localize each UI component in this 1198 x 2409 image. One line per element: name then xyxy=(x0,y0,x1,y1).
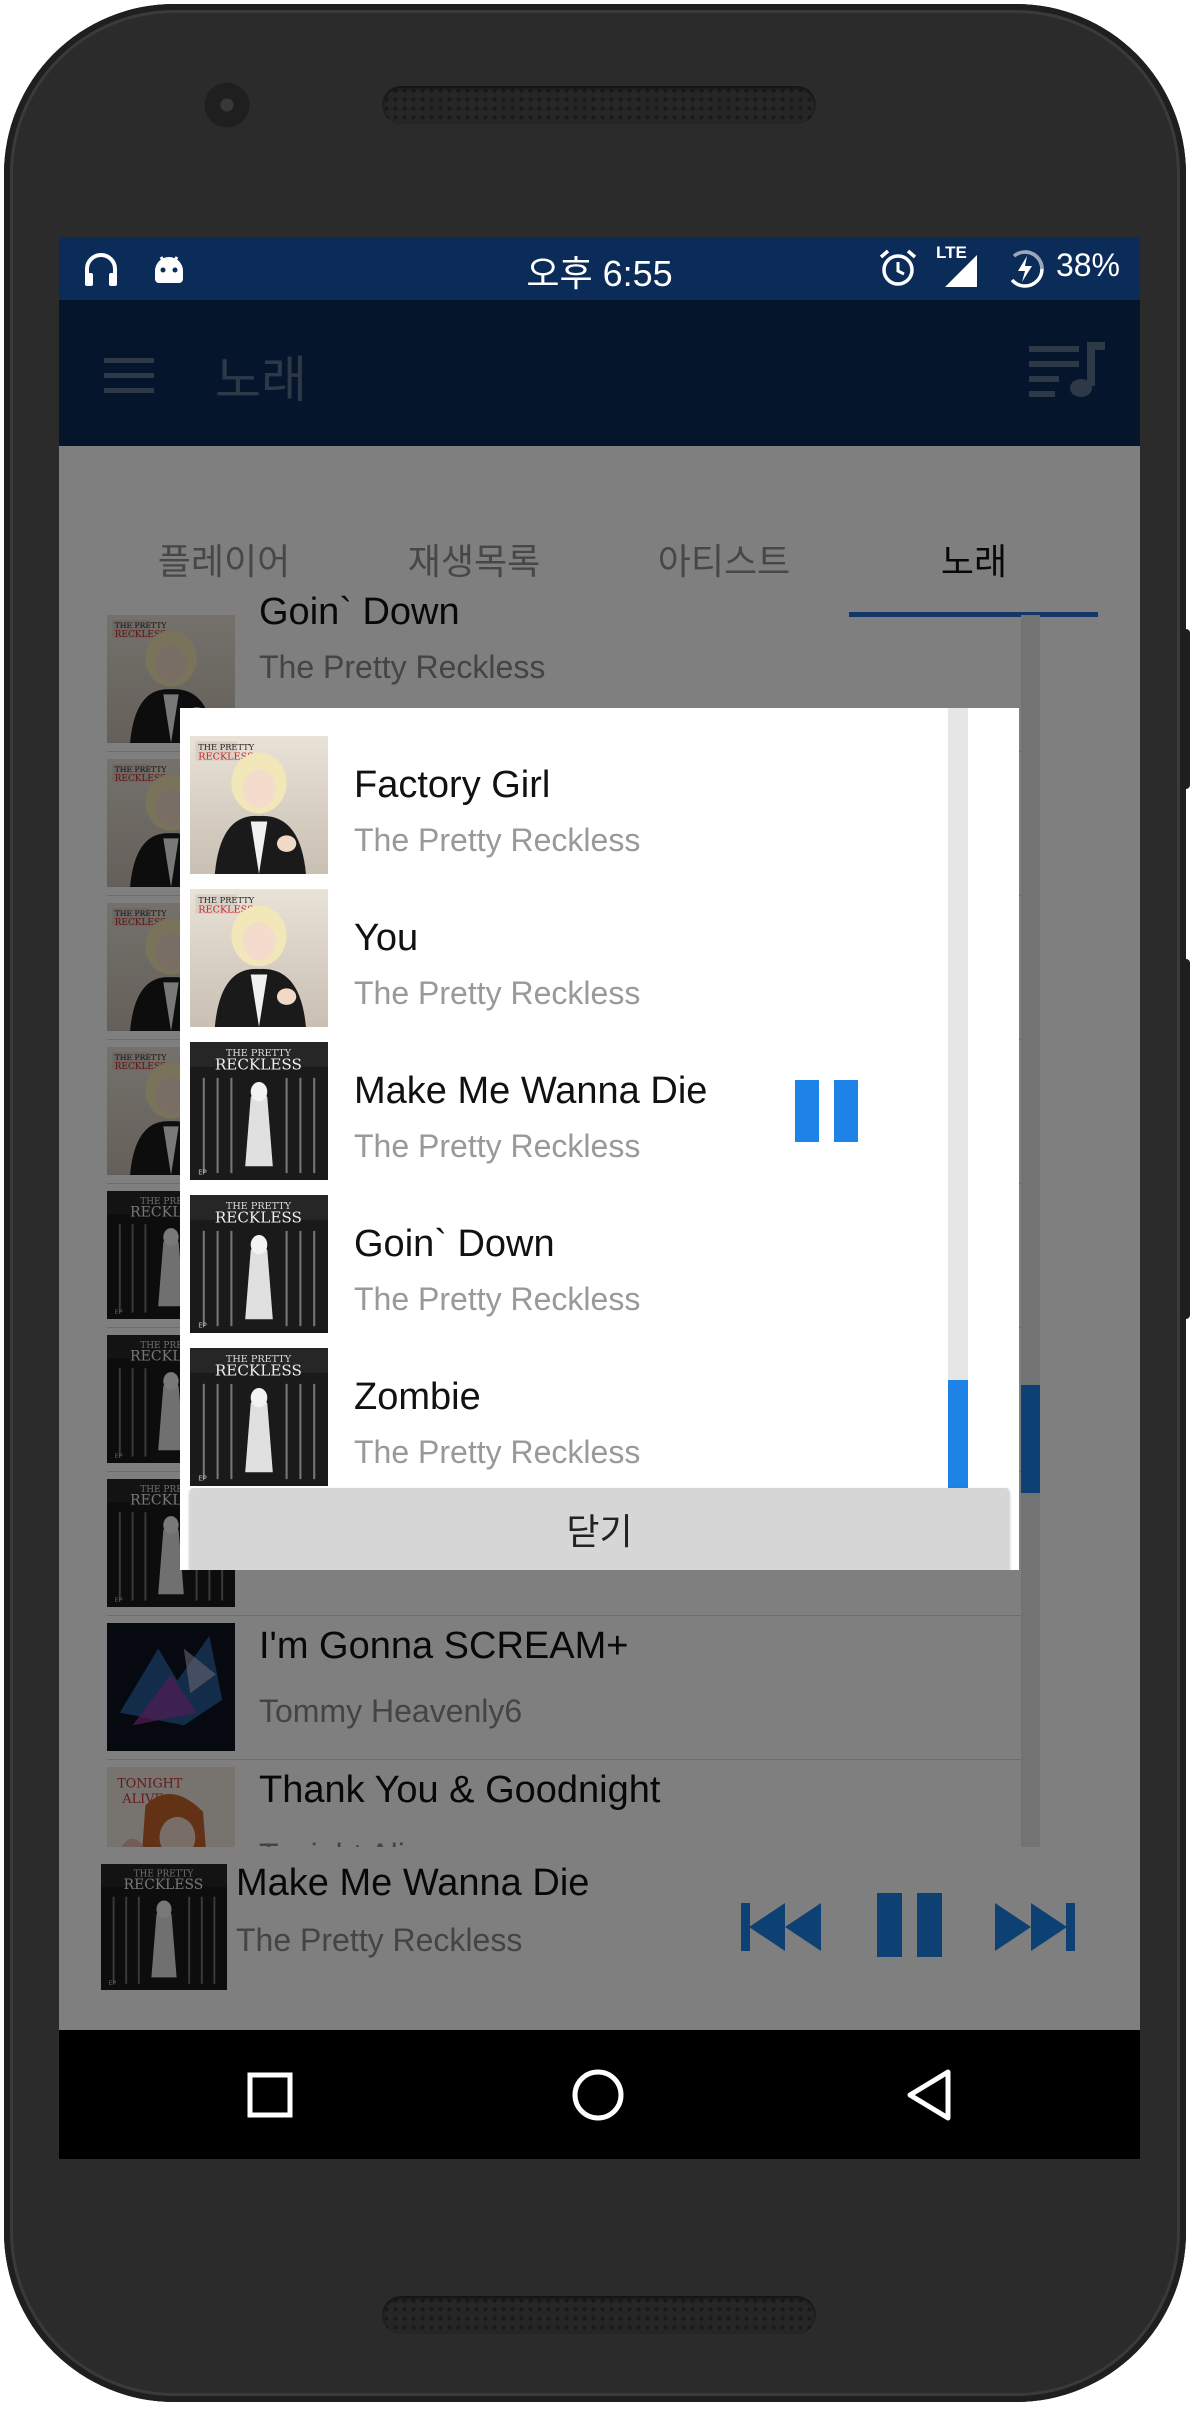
dialog-scrollbar-thumb[interactable] xyxy=(948,1380,968,1488)
song-artist: The Pretty Reckless xyxy=(354,822,641,858)
battery-percent: 38% xyxy=(1055,247,1120,283)
home-icon[interactable] xyxy=(571,2068,625,2126)
screen: 오후 6:55 LTE 38% 노래 플레이어 xyxy=(59,237,1140,2159)
song-artist: The Pretty Reckless xyxy=(354,975,641,1011)
album-art xyxy=(190,1348,328,1486)
song-artist: The Pretty Reckless xyxy=(354,1281,641,1317)
dialog-list-item[interactable]: Zombie The Pretty Reckless xyxy=(190,1336,950,1486)
system-nav-bar xyxy=(59,2030,1140,2159)
dialog-scrollbar[interactable] xyxy=(948,708,968,1488)
status-bar: 오후 6:55 LTE 38% xyxy=(59,237,1140,300)
album-art xyxy=(190,1195,328,1333)
battery-charging-icon xyxy=(1003,247,1047,295)
album-art xyxy=(190,889,328,1027)
album-art xyxy=(190,1042,328,1180)
dialog-list-item-playing[interactable]: Make Me Wanna Die The Pretty Reckless xyxy=(190,1030,950,1180)
recents-icon[interactable] xyxy=(247,2072,293,2122)
bottom-speaker-grille xyxy=(382,2296,816,2334)
alarm-icon xyxy=(877,247,919,293)
dialog-list-item[interactable]: Factory Girl The Pretty Reckless xyxy=(190,724,950,874)
phone-frame: 오후 6:55 LTE 38% 노래 플레이어 xyxy=(4,4,1190,2402)
song-title: Zombie xyxy=(354,1376,481,1418)
song-title: Make Me Wanna Die xyxy=(354,1070,708,1112)
queue-dialog: Factory Girl The Pretty Reckless You The… xyxy=(180,708,1019,1570)
volume-button xyxy=(1180,629,1190,789)
song-artist: The Pretty Reckless xyxy=(354,1434,641,1470)
top-speaker-grille xyxy=(382,86,816,124)
dialog-list-item[interactable]: Goin` Down The Pretty Reckless xyxy=(190,1183,950,1333)
song-title: Goin` Down xyxy=(354,1223,555,1265)
now-playing-pause-icon[interactable] xyxy=(795,1080,859,1146)
song-artist: The Pretty Reckless xyxy=(354,1128,641,1164)
front-camera xyxy=(204,82,250,128)
album-art xyxy=(190,736,328,874)
power-button xyxy=(1180,959,1190,1319)
close-button[interactable]: 닫기 xyxy=(190,1488,1009,1570)
song-title: You xyxy=(354,917,419,959)
back-icon[interactable] xyxy=(905,2068,953,2126)
dialog-list-item[interactable]: You The Pretty Reckless xyxy=(190,877,950,1027)
signal-icon xyxy=(941,251,981,295)
song-title: Factory Girl xyxy=(354,764,551,806)
